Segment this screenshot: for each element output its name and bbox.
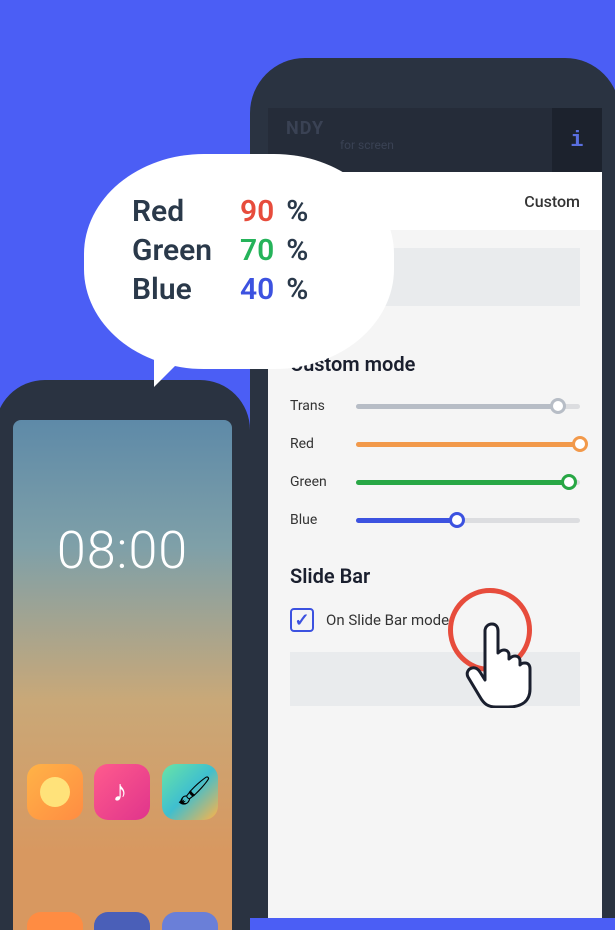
slider-track[interactable] [356, 442, 580, 447]
slider-green[interactable]: Green [290, 474, 580, 490]
weather-app-icon[interactable] [27, 764, 83, 820]
slider-thumb[interactable] [449, 512, 465, 528]
phone-left: 08:00 [0, 380, 250, 930]
bubble-green-label: Green [132, 233, 228, 268]
info-button[interactable]: i [552, 108, 602, 172]
app-brand: NDY [286, 118, 324, 139]
slider-fill [356, 404, 558, 409]
bubble-red-value: 90 [240, 194, 274, 229]
clock-time: 08:00 [13, 520, 232, 581]
info-icon: i [570, 128, 583, 153]
bubble-blue-value: 40 [240, 272, 274, 307]
slide-bar-checkbox[interactable]: ✓ [290, 608, 314, 632]
slider-red[interactable]: Red [290, 436, 580, 452]
slider-thumb[interactable] [561, 474, 577, 490]
slider-trans[interactable]: Trans [290, 398, 580, 414]
theme-app-icon[interactable] [162, 764, 218, 820]
slider-track[interactable] [356, 480, 580, 485]
slider-track[interactable] [356, 518, 580, 523]
speech-bubble: Red 90% Green 70% Blue 40% [84, 154, 394, 369]
music-app-icon[interactable] [94, 764, 150, 820]
bubble-blue-label: Blue [132, 272, 228, 307]
slider-red-label: Red [290, 436, 356, 452]
bubble-red-label: Red [132, 194, 228, 229]
dock-app-3-icon[interactable] [162, 912, 218, 930]
tab-custom[interactable]: Custom [524, 192, 580, 211]
dock-app-2-icon[interactable] [94, 912, 150, 930]
pointer-hand-icon [464, 618, 534, 698]
slider-trans-label: Trans [290, 398, 356, 414]
bubble-green-value: 70 [240, 233, 274, 268]
slider-thumb[interactable] [550, 398, 566, 414]
slider-track[interactable] [356, 404, 580, 409]
dock-app-1-icon[interactable] [27, 912, 83, 930]
slider-thumb[interactable] [572, 436, 588, 452]
app-subtitle: for screen [340, 138, 394, 152]
slide-bar-checkbox-row[interactable]: ✓ On Slide Bar mode [290, 608, 580, 632]
slider-fill [356, 480, 569, 485]
slider-blue[interactable]: Blue [290, 512, 580, 528]
phone-left-screen: 08:00 [13, 420, 232, 930]
app-row [13, 764, 232, 820]
bubble-blue-row: Blue 40% [132, 272, 346, 307]
bubble-green-row: Green 70% [132, 233, 346, 268]
pct: % [286, 272, 308, 307]
pct: % [286, 233, 308, 268]
slider-green-label: Green [290, 474, 356, 490]
slider-fill [356, 442, 580, 447]
slide-bar-title: Slide Bar [290, 564, 580, 588]
bubble-red-row: Red 90% [132, 194, 346, 229]
slider-fill [356, 518, 457, 523]
dock-row [13, 912, 232, 930]
sliders-panel: Trans Red Green [290, 398, 580, 528]
slide-bar-checkbox-label: On Slide Bar mode [326, 611, 449, 629]
pct: % [286, 194, 308, 229]
slide-bar-block [290, 652, 580, 706]
checkmark-icon: ✓ [294, 610, 309, 631]
slider-blue-label: Blue [290, 512, 356, 528]
